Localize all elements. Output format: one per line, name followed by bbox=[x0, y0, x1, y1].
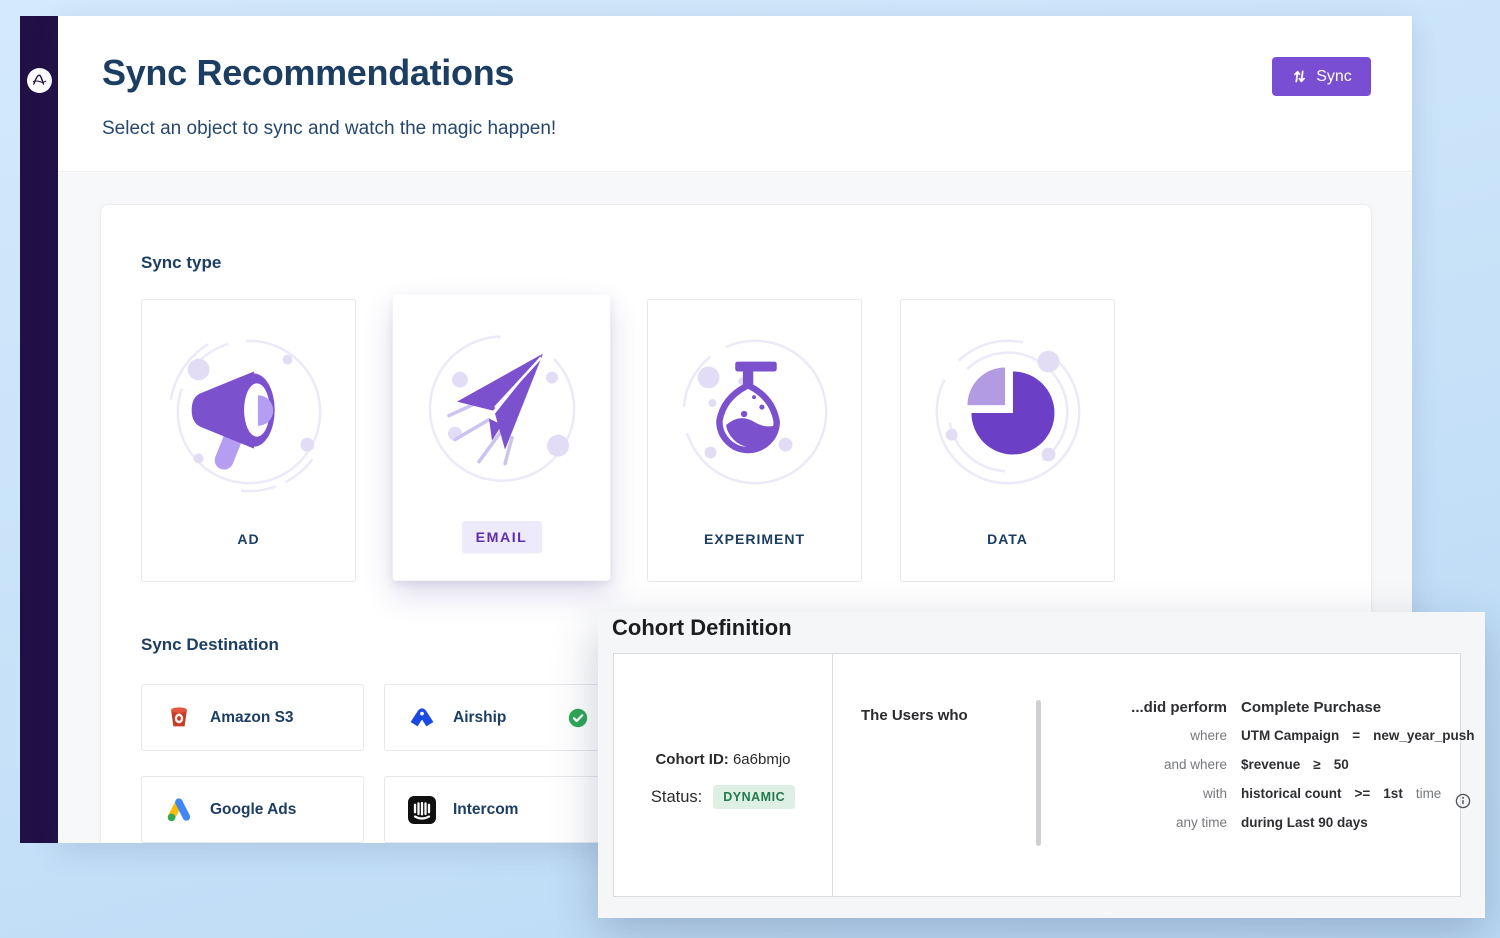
sync-destination-heading: Sync Destination bbox=[141, 635, 279, 655]
cohort-id: Cohort ID: 6a6bmjo bbox=[655, 751, 790, 768]
info-icon[interactable] bbox=[1455, 793, 1471, 809]
airship-icon bbox=[407, 703, 437, 733]
cohort-subject: The Users who bbox=[861, 707, 968, 724]
condition-row-and-where: and where $revenue ≥ 50 bbox=[1047, 757, 1487, 786]
condition-row-where: where UTM Campaign = new_year_push bbox=[1047, 728, 1487, 757]
intercom-icon bbox=[407, 795, 437, 825]
cohort-definition: The Users who ...did perform Complete Pu… bbox=[834, 654, 1460, 896]
cohort-status: Status: DYNAMIC bbox=[651, 785, 795, 809]
status-badge: DYNAMIC bbox=[713, 785, 795, 809]
dest-label-airship: Airship bbox=[453, 709, 506, 727]
condition-operator: = bbox=[1352, 728, 1360, 743]
condition-suffix: time bbox=[1416, 786, 1442, 801]
condition-property: UTM Campaign bbox=[1241, 728, 1339, 743]
condition-row-with: with historical count >= 1st time bbox=[1047, 786, 1487, 815]
condition-operator: ≥ bbox=[1313, 757, 1320, 772]
sync-destination-options: Amazon S3 Airship bbox=[141, 684, 607, 843]
sync-type-label-ad: AD bbox=[142, 531, 355, 547]
condition-event: Complete Purchase bbox=[1241, 699, 1381, 716]
page-subtitle: Select an object to sync and watch the m… bbox=[102, 118, 556, 140]
cohort-conditions: ...did perform Complete Purchase where U… bbox=[1047, 699, 1487, 844]
sync-type-options: AD bbox=[141, 299, 1115, 582]
cohort-meta: Cohort ID: 6a6bmjo Status: DYNAMIC bbox=[614, 654, 833, 896]
cohort-status-label: Status: bbox=[651, 788, 702, 807]
cohort-id-value: 6a6bmjo bbox=[733, 751, 791, 768]
condition-value: 1st bbox=[1383, 786, 1403, 801]
condition-row-any-time: any time during Last 90 days bbox=[1047, 815, 1487, 844]
condition-row-did-perform: ...did perform Complete Purchase bbox=[1047, 699, 1487, 728]
condition-operator: >= bbox=[1355, 786, 1371, 801]
dest-card-amazon-s3[interactable]: Amazon S3 bbox=[141, 684, 364, 751]
dest-card-google-ads[interactable]: Google Ads bbox=[141, 776, 364, 843]
dest-label-amazon-s3: Amazon S3 bbox=[210, 709, 294, 727]
sync-type-heading: Sync type bbox=[141, 253, 221, 273]
amazon-s3-icon bbox=[164, 703, 194, 733]
cohort-id-label: Cohort ID: bbox=[655, 751, 728, 768]
condition-prefix: ...did perform bbox=[1047, 699, 1227, 716]
condition-prefix: and where bbox=[1047, 757, 1227, 772]
dest-label-intercom: Intercom bbox=[453, 801, 518, 819]
flask-icon bbox=[669, 326, 841, 503]
sync-type-card-email[interactable]: EMAIL bbox=[393, 294, 611, 580]
cohort-box: Cohort ID: 6a6bmjo Status: DYNAMIC The U… bbox=[613, 653, 1461, 897]
amplitude-wave-glyph bbox=[31, 72, 48, 89]
sync-type-label-experiment: EXPERIMENT bbox=[648, 531, 861, 547]
sync-arrows-icon bbox=[1290, 68, 1309, 85]
condition-value: during Last 90 days bbox=[1241, 815, 1368, 830]
condition-prefix: where bbox=[1047, 728, 1227, 743]
condition-value: 50 bbox=[1334, 757, 1349, 772]
sync-type-label-email: EMAIL bbox=[461, 521, 541, 553]
sync-type-card-experiment[interactable]: EXPERIMENT bbox=[647, 299, 862, 582]
condition-property: historical count bbox=[1241, 786, 1342, 801]
sync-button[interactable]: Sync bbox=[1272, 57, 1371, 96]
page-header: Sync Recommendations Select an object to… bbox=[58, 16, 1412, 172]
google-ads-icon bbox=[164, 795, 194, 825]
megaphone-icon bbox=[163, 326, 335, 503]
pie-chart-icon bbox=[922, 326, 1094, 503]
sync-type-card-ad[interactable]: AD bbox=[141, 299, 356, 582]
amplitude-logo-icon[interactable] bbox=[27, 68, 52, 93]
scrollbar[interactable] bbox=[1036, 700, 1041, 846]
dest-card-intercom[interactable]: Intercom bbox=[384, 776, 607, 843]
dest-label-google-ads: Google Ads bbox=[210, 801, 296, 819]
page-title: Sync Recommendations bbox=[102, 52, 514, 94]
condition-property: $revenue bbox=[1241, 757, 1300, 772]
cohort-title: Cohort Definition bbox=[612, 615, 792, 641]
sync-button-label: Sync bbox=[1316, 68, 1352, 86]
connected-check-icon bbox=[568, 708, 588, 728]
sync-type-label-data: DATA bbox=[901, 531, 1114, 547]
condition-value: new_year_push bbox=[1373, 728, 1474, 743]
condition-prefix: any time bbox=[1047, 815, 1227, 830]
dest-card-airship[interactable]: Airship bbox=[384, 684, 607, 751]
condition-prefix: with bbox=[1047, 786, 1227, 801]
paper-plane-icon bbox=[414, 322, 588, 501]
sync-type-card-data[interactable]: DATA bbox=[900, 299, 1115, 582]
sidebar bbox=[20, 16, 58, 843]
cohort-definition-panel: Cohort Definition Cohort ID: 6a6bmjo Sta… bbox=[598, 612, 1485, 918]
